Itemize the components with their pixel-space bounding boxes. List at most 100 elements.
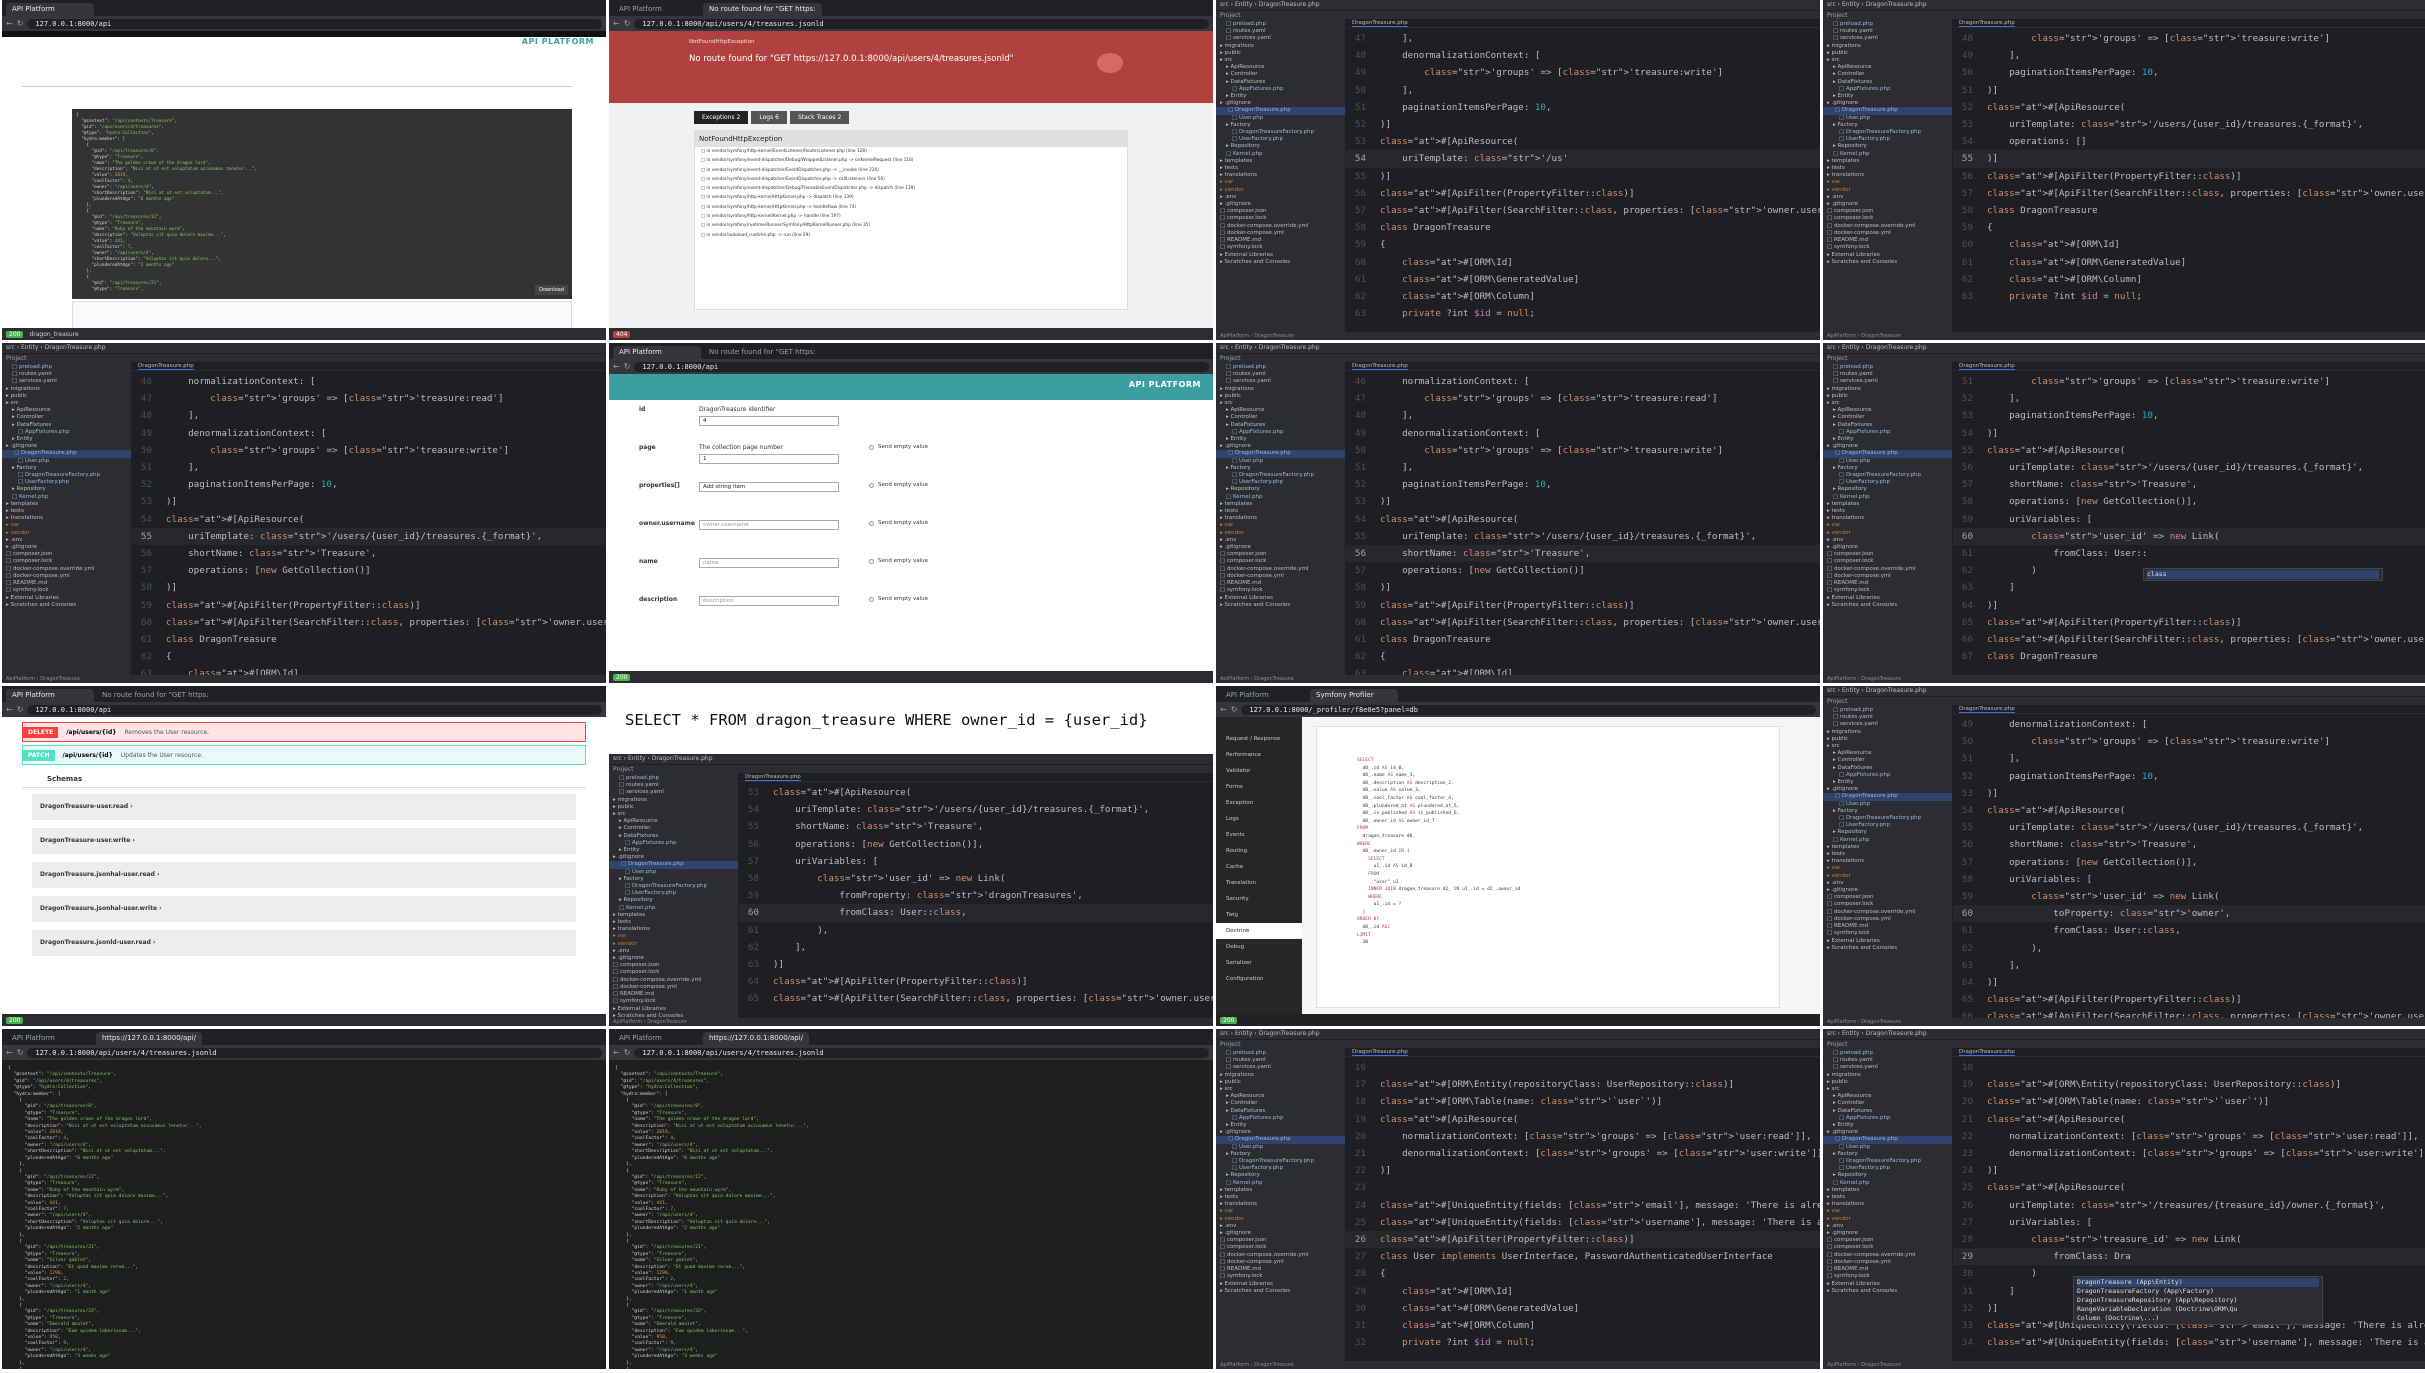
code-editor[interactable]: DragonTreasure.php 51 class="str">'groups… xyxy=(1953,362,2425,675)
project-tree-item[interactable]: ▸ DataFixtures xyxy=(1827,422,1952,429)
reload-icon[interactable]: ↻ xyxy=(1231,705,1238,714)
browser-tab[interactable]: API Platform xyxy=(6,689,94,702)
project-tree-item[interactable]: ▸ Scratches and Consoles xyxy=(1827,1288,1952,1295)
project-tree-item[interactable]: □ User.php xyxy=(1220,1144,1345,1151)
autocomplete-item[interactable]: Column (Doctrine\...) xyxy=(2077,1314,2319,1323)
project-tree-item[interactable]: □ Kernel.php xyxy=(1827,837,1952,844)
code-editor[interactable]: DragonTreasure.php 18 19 class="at">#[ORM\E… xyxy=(1953,1048,2425,1361)
project-tree-item[interactable]: ▸ migrations xyxy=(1827,386,1952,393)
autocomplete-item[interactable]: DragonTreasureFactory (App\Factory) xyxy=(2077,1287,2319,1296)
project-tree-item[interactable]: □ composer.lock xyxy=(1220,558,1345,565)
project-tree-item[interactable]: ▸ DataFixtures xyxy=(1220,422,1345,429)
schema-item[interactable]: DragonTreasure.jsonld-user.read › xyxy=(32,930,576,956)
project-tree-item[interactable]: □ User.php xyxy=(613,869,738,876)
project-tree-item[interactable]: □ README.md xyxy=(1827,1266,1952,1273)
project-label[interactable]: Project xyxy=(1220,355,1241,362)
project-tree-item[interactable]: ▸ var xyxy=(1827,1208,1952,1215)
code-editor[interactable]: DragonTreasure.php 16 17 class="at">#[ORM\E… xyxy=(1346,1048,1820,1361)
schema-item[interactable]: DragonTreasure-user.write › xyxy=(32,828,576,854)
project-tree-item[interactable]: □ DragonTreasure.php xyxy=(2,450,131,458)
project-tree-item[interactable]: ▸ tests xyxy=(1220,165,1345,172)
project-tree-item[interactable]: ▸ templates xyxy=(613,912,738,919)
project-tree-item[interactable]: □ DragonTreasureFactory.php xyxy=(1220,1158,1345,1165)
project-tree-item[interactable]: ▸ External Libraries xyxy=(1220,1281,1345,1288)
project-tree-item[interactable]: ▸ DataFixtures xyxy=(1827,765,1952,772)
project-tree-item[interactable]: ▸ Controller xyxy=(1827,414,1952,421)
project-tree-item[interactable]: □ docker-compose.yml xyxy=(1827,1259,1952,1266)
project-tree-item[interactable]: □ Kernel.php xyxy=(6,494,131,501)
profiler-nav-item[interactable]: Twig xyxy=(1216,907,1302,923)
project-label[interactable]: Project xyxy=(6,355,27,362)
project-tree-item[interactable]: ▸ templates xyxy=(1827,1187,1952,1194)
project-tree-item[interactable]: □ AppFixtures.php xyxy=(613,840,738,847)
project-tree-item[interactable]: ▸ Repository xyxy=(1827,829,1952,836)
project-tree-item[interactable]: ▸ Entity xyxy=(1220,93,1345,100)
project-tree-item[interactable]: ▸ ApiResource xyxy=(613,818,738,825)
address-bar[interactable]: 127.0.0.1:8000/api xyxy=(27,18,602,29)
project-tree-item[interactable]: ▸ var xyxy=(1827,522,1952,529)
project-tree-item[interactable]: □ README.md xyxy=(1827,580,1952,587)
project-tree-item[interactable]: □ docker-compose.override.yml xyxy=(1827,566,1952,573)
project-tree-item[interactable]: ▸ .gitignore xyxy=(1220,1129,1345,1136)
profiler-nav-item[interactable]: Request / Response xyxy=(1216,731,1302,747)
project-tree-item[interactable]: ▸ tests xyxy=(1827,508,1952,515)
project-tree-item[interactable]: □ DragonTreasureFactory.php xyxy=(1827,815,1952,822)
parameter-input[interactable]: name xyxy=(699,558,839,568)
parameter-input[interactable]: owner.username xyxy=(699,520,839,530)
project-tree-item[interactable]: □ UserFactory.php xyxy=(1827,1165,1952,1172)
code-editor[interactable]: DragonTreasure.php 46 normalizationContex… xyxy=(132,362,606,675)
project-label[interactable]: Project xyxy=(1220,12,1241,19)
project-tree-item[interactable]: □ docker-compose.override.yml xyxy=(1827,223,1952,230)
project-tree-item[interactable]: □ composer.json xyxy=(1220,551,1345,558)
project-tree-item[interactable]: □ routes.yaml xyxy=(1827,371,1952,378)
project-tree-item[interactable]: ▸ External Libraries xyxy=(6,595,131,602)
project-tree-item[interactable]: ▸ ApiResource xyxy=(1827,64,1952,71)
project-tree-item[interactable]: ▸ translations xyxy=(1827,172,1952,179)
project-tree-item[interactable]: ▸ public xyxy=(1827,1079,1952,1086)
project-tree-item[interactable]: □ README.md xyxy=(1220,1266,1345,1273)
editor-tab[interactable]: DragonTreasure.php xyxy=(1959,20,2015,27)
editor-tab[interactable]: DragonTreasure.php xyxy=(1352,1049,1408,1056)
project-tree-item[interactable]: ▸ Controller xyxy=(613,825,738,832)
project-tree-item[interactable]: ▸ migrations xyxy=(613,797,738,804)
project-tree-item[interactable]: □ AppFixtures.php xyxy=(1220,86,1345,93)
project-tree-item[interactable]: □ services.yaml xyxy=(1827,378,1952,385)
project-tree-item[interactable]: □ symfony.lock xyxy=(1220,587,1345,594)
project-tree-item[interactable]: ▸ Controller xyxy=(1827,71,1952,78)
project-tree-item[interactable]: ▸ .env xyxy=(1827,194,1952,201)
project-tree-item[interactable]: ▸ ApiResource xyxy=(1220,1093,1345,1100)
project-tree-item[interactable]: ▸ Repository xyxy=(6,486,131,493)
project-tree-item[interactable]: ▸ vendor xyxy=(1827,530,1952,537)
project-tree-item[interactable]: ▸ tests xyxy=(1827,165,1952,172)
project-tree-item[interactable]: ▸ Repository xyxy=(1220,1172,1345,1179)
project-tree-item[interactable]: ▸ External Libraries xyxy=(1220,595,1345,602)
project-tree-item[interactable]: ▸ translations xyxy=(6,515,131,522)
project-tree-item[interactable]: □ User.php xyxy=(1827,458,1952,465)
download-button[interactable]: Download xyxy=(535,285,568,295)
project-tree-item[interactable]: ▸ Factory xyxy=(1220,465,1345,472)
project-tree-item[interactable]: □ README.md xyxy=(1220,580,1345,587)
project-tree-item[interactable]: ▸ Entity xyxy=(1827,436,1952,443)
project-tree-item[interactable]: ▸ Scratches and Consoles xyxy=(1220,259,1345,266)
project-tree-item[interactable]: □ DragonTreasureFactory.php xyxy=(6,472,131,479)
project-tree-item[interactable]: ▸ External Libraries xyxy=(613,1006,738,1013)
project-tree-item[interactable]: ▸ Repository xyxy=(1827,143,1952,150)
project-tree-item[interactable]: ▸ vendor xyxy=(1220,530,1345,537)
project-tree-item[interactable]: ▸ tests xyxy=(1827,1194,1952,1201)
project-tree-item[interactable]: ▸ var xyxy=(1220,179,1345,186)
project-tree-item[interactable]: ▸ Scratches and Consoles xyxy=(1220,602,1345,609)
project-tree-item[interactable]: □ Kernel.php xyxy=(613,905,738,912)
project-tree-item[interactable]: □ docker-compose.yml xyxy=(1827,916,1952,923)
project-tree-item[interactable]: ▸ vendor xyxy=(6,530,131,537)
editor-tab[interactable]: DragonTreasure.php xyxy=(1352,20,1408,27)
trace-line[interactable]: □ in vendor/symfony/event-dispatcher/Eve… xyxy=(701,175,1127,184)
project-tree-item[interactable]: ▸ src xyxy=(1827,400,1952,407)
project-tree-item[interactable]: ▸ migrations xyxy=(1220,43,1345,50)
operation-row[interactable]: PATCH/api/users/{id} Updates the User res… xyxy=(22,745,586,765)
project-label[interactable]: Project xyxy=(613,766,634,773)
project-tree-item[interactable]: □ UserFactory.php xyxy=(1220,1165,1345,1172)
project-tree-item[interactable]: ▸ migrations xyxy=(1220,386,1345,393)
address-bar[interactable]: 127.0.0.1:8000/api/users/4/treasures.jso… xyxy=(27,1047,602,1058)
browser-tab[interactable]: https://127.0.0.1:8000/api/ xyxy=(96,1032,203,1045)
exception-tab[interactable]: Exceptions 2 xyxy=(694,111,749,124)
